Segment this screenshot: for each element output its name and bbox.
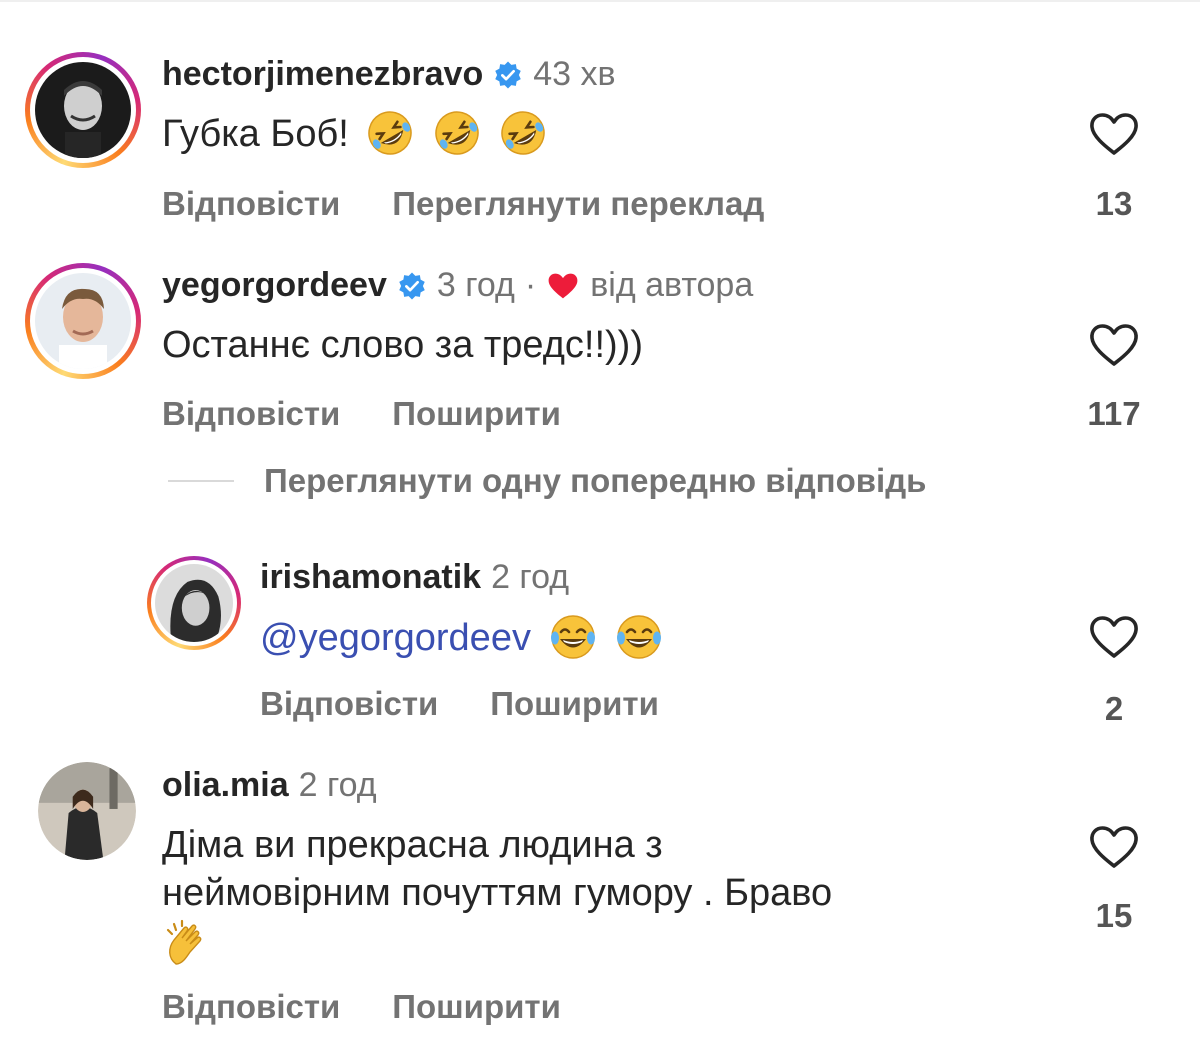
comment-header: olia.mia 2 год (162, 766, 377, 805)
share-button[interactable]: Поширити (392, 988, 561, 1026)
avatar[interactable] (25, 263, 141, 379)
comment-actions: Відповісти Поширити (162, 988, 561, 1026)
view-previous-replies-label: Переглянути одну попередню відповідь (264, 462, 927, 499)
rolling-laughing-emoji-icon (365, 108, 415, 158)
timestamp: 2 год (298, 766, 377, 804)
comment-header: irishamonatik 2 год (260, 558, 569, 597)
reply-button[interactable]: Відповісти (162, 185, 340, 223)
comment-actions: Відповісти Переглянути переклад (162, 185, 764, 223)
heart-outline-icon[interactable] (1088, 111, 1140, 157)
username[interactable]: olia.mia (162, 766, 289, 805)
username[interactable]: yegorgordeev (162, 266, 387, 305)
tears-of-joy-emoji-icon (548, 612, 598, 662)
avatar[interactable] (38, 762, 136, 860)
comment-text-line: Діма ви прекрасна людина з (162, 824, 663, 866)
heart-filled-icon (546, 271, 580, 301)
username[interactable]: hectorjimenezbravo (162, 55, 483, 94)
like-count: 117 (1087, 395, 1141, 432)
replies-divider-line (168, 480, 234, 482)
reply-button[interactable]: Відповісти (260, 685, 438, 723)
avatar-photo (35, 273, 131, 369)
rolling-laughing-emoji-icon (498, 108, 548, 158)
avatar-photo (38, 762, 136, 860)
comment-text-row (156, 918, 212, 969)
user-mention-link[interactable]: @yegorgordeev (260, 617, 531, 659)
timestamp: 3 год (436, 266, 515, 304)
comment-actions: Відповісти Поширити (162, 395, 561, 433)
clapping-hands-emoji-icon (162, 918, 212, 968)
like-count: 2 (1104, 690, 1124, 727)
separator: · (524, 266, 537, 304)
reply-button[interactable]: Відповісти (162, 395, 340, 433)
comment-text-line: неймовірним почуттям гумору . Браво (162, 872, 833, 914)
comment-header: yegorgordeev 3 год · від автора (162, 266, 753, 305)
heart-outline-icon[interactable] (1088, 614, 1140, 660)
comment-text: Губка Боб! (162, 113, 349, 155)
username[interactable]: irishamonatik (260, 558, 481, 597)
rolling-laughing-emoji-icon (432, 108, 482, 158)
tears-of-joy-emoji-icon (614, 612, 664, 662)
avatar-photo (35, 62, 131, 158)
see-translation-button[interactable]: Переглянути переклад (392, 185, 764, 223)
comment-text: Останнє слово за тредс!!))) (162, 324, 643, 366)
view-previous-replies-button[interactable]: Переглянути одну попередню відповідь (168, 462, 926, 500)
top-divider (0, 0, 1200, 2)
like-count: 15 (1095, 897, 1133, 934)
liked-by-author-label: від автора (590, 266, 754, 304)
like-count: 13 (1095, 185, 1133, 222)
avatar[interactable] (25, 52, 141, 168)
heart-outline-icon[interactable] (1088, 824, 1140, 870)
share-button[interactable]: Поширити (392, 395, 561, 433)
reply-button[interactable]: Відповісти (162, 988, 340, 1026)
heart-outline-icon[interactable] (1088, 322, 1140, 368)
avatar[interactable] (147, 556, 241, 650)
comment-text-row: @yegorgordeev (260, 612, 664, 663)
verified-badge-icon (397, 271, 427, 301)
verified-badge-icon (493, 60, 523, 90)
timestamp: 43 хв (533, 55, 616, 93)
timestamp: 2 год (491, 558, 570, 596)
comment-header: hectorjimenezbravo 43 хв (162, 55, 616, 94)
share-button[interactable]: Поширити (490, 685, 659, 723)
comment-actions: Відповісти Поширити (260, 685, 659, 723)
avatar-photo (155, 564, 233, 642)
comment-text-row: Губка Боб! (162, 108, 548, 159)
